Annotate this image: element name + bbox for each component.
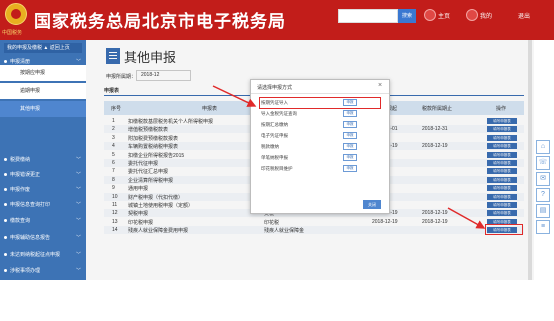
bullet-icon — [4, 60, 7, 63]
chevron-down-icon: ﹀ — [76, 284, 82, 290]
chat-icon[interactable]: ✉ — [536, 172, 550, 186]
sidebar-item-label: 逾期事项 — [10, 284, 31, 290]
sidebar: 我的申报及缴税 ▲ 返回上页 申报清册 ﹀ 税费缴纳 ﹀ 申报错误更正 ﹀ 申报作废 ﹀ 申报信… — [0, 40, 86, 321]
sidebar-item-label: 工会经费（筹备金）申报 — [10, 300, 66, 306]
right-rail: ⌂ ☏ ✉? ▤ ≡ — [534, 140, 554, 280]
bullet-icon — [4, 285, 7, 288]
submit-option-button[interactable]: 申报 — [343, 154, 357, 161]
bullet-icon — [4, 219, 7, 222]
home-icon[interactable]: ⌂ — [536, 140, 550, 154]
help-icon[interactable]: ? — [536, 188, 550, 202]
sidebar-item-label: 缴款查询 — [10, 218, 31, 224]
submit-option: 税款缴纳 申报 — [259, 142, 381, 152]
submit-method-dialog: 请选择申报方式 × 按期凭证导入 申报 导入金税凭证查询 申报 按期汇总缴纳 申报 电子凭证… — [250, 79, 390, 214]
submit-option: 导入金税凭证查询 申报 — [259, 109, 381, 119]
sidebar-subitem[interactable]: 按期应申报 — [0, 65, 86, 81]
chevron-down-icon: ﹀ — [76, 218, 82, 224]
tax-emblem-icon — [5, 3, 27, 25]
sidebar-item-label: 申报辅助信息报告 — [10, 235, 51, 241]
bullet-icon — [4, 236, 7, 239]
submit-option-label: 按期汇总缴纳 — [261, 122, 288, 127]
search-input[interactable] — [338, 9, 398, 23]
dialog-close-button[interactable]: 关闭 — [363, 200, 381, 209]
highlight-box — [259, 97, 381, 109]
sidebar-item-label: 申报信息查询打印 — [10, 202, 51, 208]
logo-subtitle: 中国税务 — [2, 30, 23, 36]
site-title: 国家税务总局北京市电子税务局 — [34, 12, 286, 31]
sidebar-item-label: 未达到纳税起征点申报 — [10, 252, 61, 258]
submit-option-label: 电子凭证申报 — [261, 133, 288, 138]
close-icon[interactable]: × — [378, 82, 382, 89]
user-icon[interactable] — [466, 9, 478, 21]
submit-option-label: 导入金税凭证查询 — [261, 111, 297, 116]
top-link-mine[interactable]: 我的 — [480, 11, 492, 20]
phone-icon[interactable]: ☏ — [536, 156, 550, 170]
sidebar-subitem[interactable]: 逾期申报 — [0, 83, 86, 99]
submit-option-button[interactable]: 申报 — [343, 121, 357, 128]
submit-option: 按期汇总缴纳 申报 — [259, 120, 381, 130]
sidebar-subitem[interactable]: 其他申报 — [0, 101, 86, 117]
submit-option-label: 税款缴纳 — [261, 144, 279, 149]
chevron-down-icon: ﹀ — [76, 235, 82, 241]
chevron-down-icon: ﹀ — [76, 268, 82, 274]
submit-option-button[interactable]: 申报 — [343, 110, 357, 117]
chevron-down-icon: ﹀ — [76, 157, 82, 163]
dialog-divider — [251, 93, 389, 94]
submit-option-label: 单笔纳税申报 — [261, 155, 288, 160]
sidebar-item-label: 申报错误更正 — [10, 172, 41, 178]
submit-option-button[interactable]: 申报 — [343, 165, 357, 172]
sidebar-item-label: 涉税事项办理 — [10, 268, 41, 274]
site-header: 中国税务 国家税务总局北京市电子税务局 搜索 主页 我的 退出 — [0, 0, 554, 40]
bullet-icon — [4, 269, 7, 272]
submit-option-label: 印花税税目维护 — [261, 166, 293, 171]
bullet-icon — [4, 203, 7, 206]
sidebar-top-buttons[interactable]: 我的申报及缴税 ▲ 返回上页 — [4, 43, 82, 53]
chevron-down-icon: ﹀ — [76, 172, 82, 178]
bullet-icon — [4, 173, 7, 176]
bullet-icon — [4, 253, 7, 256]
chevron-down-icon: ﹀ — [76, 59, 82, 65]
submit-option: 单笔纳税申报 申报 — [259, 153, 381, 163]
logout-link[interactable]: 退出 — [518, 11, 530, 20]
search-button[interactable]: 搜索 — [398, 9, 416, 23]
home-icon[interactable] — [424, 9, 436, 21]
chevron-down-icon: ﹀ — [76, 252, 82, 258]
bullet-icon — [4, 316, 7, 319]
top-link-home[interactable]: 主页 — [438, 11, 450, 20]
row-action-highlight — [485, 224, 523, 235]
sidebar-item-label: 非税申报 — [10, 315, 31, 321]
chevron-down-icon: ﹀ — [76, 315, 82, 321]
submit-option: 电子凭证申报 申报 — [259, 131, 381, 141]
chevron-down-icon: ﹀ — [76, 187, 82, 193]
dialog-title: 请选择申报方式 — [257, 85, 293, 91]
bullet-icon — [4, 158, 7, 161]
bullet-icon — [4, 301, 7, 304]
list-icon[interactable]: ≡ — [536, 220, 550, 234]
doc-icon[interactable]: ▤ — [536, 204, 550, 218]
sidebar-item-label: 申报清册 — [10, 59, 31, 65]
chevron-down-icon: ﹀ — [76, 202, 82, 208]
sidebar-item-label: 申报作废 — [10, 187, 31, 193]
sidebar-item-label: 税费缴纳 — [10, 157, 31, 163]
submit-option: 印花税税目维护 申报 — [259, 164, 381, 174]
chevron-down-icon: ﹀ — [76, 300, 82, 306]
submit-option-button[interactable]: 申报 — [343, 143, 357, 150]
bullet-icon — [4, 188, 7, 191]
submit-option-button[interactable]: 申报 — [343, 132, 357, 139]
